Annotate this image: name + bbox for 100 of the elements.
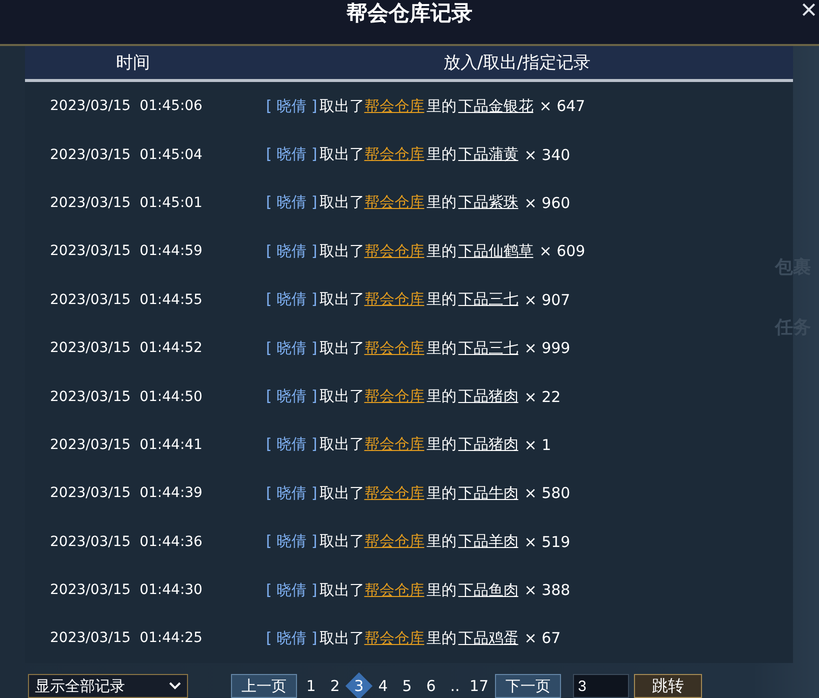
item-link[interactable]: 下品牛肉 (458, 484, 518, 503)
chevron-down-icon (169, 682, 181, 690)
item-link[interactable]: 下品猪肉 (458, 387, 518, 406)
connector-text: 里的 (426, 145, 456, 164)
warehouse-link[interactable]: 帮会仓库 (364, 242, 424, 261)
time-cell-text: 2023/03/15 01:45:01 (49, 194, 204, 211)
warehouse-link[interactable]: 帮会仓库 (364, 387, 424, 406)
item-link[interactable]: 下品蒲黄 (458, 145, 518, 164)
prev-page-button[interactable]: 上一页 (231, 674, 297, 698)
player-link[interactable]: [ 晓倩 ] (266, 290, 318, 310)
player-link[interactable]: [ 晓倩 ] (266, 242, 318, 261)
item-count: × 67 (524, 629, 561, 648)
time-cell-text: 2023/03/15 01:44:52 (49, 340, 204, 356)
warehouse-link[interactable]: 帮会仓库 (364, 290, 424, 310)
action-text: 取出了 (319, 532, 364, 552)
warehouse-link[interactable]: 帮会仓库 (364, 532, 424, 552)
column-header: 时间 (115, 52, 151, 74)
item-count: × 1 (524, 436, 552, 454)
connector-text: 里的 (426, 628, 456, 648)
action-text: 取出了 (319, 96, 364, 116)
item-count: × 580 (524, 484, 570, 502)
connector-text: 里的 (426, 338, 456, 358)
time-cell-text: 2023/03/15 01:45:06 (49, 98, 204, 114)
page-number[interactable]: 6 (419, 674, 443, 698)
player-link[interactable]: [ 晓倩 ] (266, 580, 318, 600)
item-link[interactable]: 下品猪肉 (458, 435, 518, 454)
page-number[interactable]: .. (443, 674, 467, 698)
action-text: 取出了 (319, 145, 364, 164)
item-count: × 999 (524, 339, 570, 358)
action-text: 取出了 (319, 290, 364, 310)
player-link[interactable]: [ 晓倩 ] (266, 628, 318, 648)
warehouse-link[interactable]: 帮会仓库 (364, 580, 424, 600)
item-count: × 609 (539, 242, 586, 260)
page-input[interactable]: 3 (573, 674, 629, 698)
action-text: 取出了 (319, 338, 364, 358)
connector-text: 里的 (426, 96, 456, 116)
page-number[interactable]: 17 (467, 674, 491, 698)
warehouse-link[interactable]: 帮会仓库 (364, 338, 424, 358)
item-link[interactable]: 下品三七 (458, 338, 518, 358)
action-text: 取出了 (319, 435, 364, 454)
connector-text: 里的 (426, 532, 456, 552)
time-cell-text: 2023/03/15 01:44:55 (49, 292, 204, 308)
warehouse-link[interactable]: 帮会仓库 (364, 193, 424, 212)
item-count: × 22 (524, 388, 561, 406)
page-number[interactable]: 1 (299, 674, 323, 698)
time-cell-text: 2023/03/15 01:45:04 (49, 146, 204, 163)
action-text: 取出了 (319, 484, 364, 503)
item-count: × 960 (524, 194, 570, 212)
player-link[interactable]: [ 晓倩 ] (266, 435, 318, 454)
warehouse-link[interactable]: 帮会仓库 (364, 145, 424, 164)
item-count: × 388 (524, 581, 570, 600)
item-link[interactable]: 下品紫珠 (458, 193, 518, 212)
action-text: 取出了 (319, 387, 364, 406)
warehouse-link[interactable]: 帮会仓库 (364, 435, 424, 454)
window-title: 帮会仓库记录 (346, 1, 472, 25)
time-cell-text: 2023/03/15 01:44:41 (49, 436, 204, 453)
connector-text: 里的 (426, 387, 456, 406)
connector-text: 里的 (426, 290, 456, 310)
page-number[interactable]: 5 (395, 674, 419, 698)
item-count: × 519 (524, 532, 570, 551)
jump-button[interactable]: 跳转 (634, 674, 702, 698)
time-cell-text: 2023/03/15 01:44:25 (49, 630, 204, 646)
next-page-button[interactable]: 下一页 (495, 674, 561, 698)
item-link[interactable]: 下品仙鹤草 (458, 242, 534, 261)
page-number[interactable]: 4 (371, 674, 395, 698)
time-cell-text: 2023/03/15 01:44:36 (49, 534, 204, 550)
player-link[interactable]: [ 晓倩 ] (266, 338, 318, 358)
item-link[interactable]: 下品金银花 (458, 96, 534, 116)
player-link[interactable]: [ 晓倩 ] (266, 96, 318, 116)
warehouse-link[interactable]: 帮会仓库 (364, 96, 424, 116)
item-link[interactable]: 下品羊肉 (458, 532, 518, 552)
item-link[interactable]: 下品三七 (458, 290, 518, 310)
item-count: × 907 (524, 290, 570, 309)
action-text: 取出了 (319, 193, 364, 212)
item-link[interactable]: 下品鱼肉 (458, 580, 518, 600)
warehouse-link[interactable]: 帮会仓库 (364, 484, 424, 503)
item-link[interactable]: 下品鸡蛋 (458, 628, 518, 648)
close-button[interactable]: × (798, 0, 819, 24)
player-link[interactable]: [ 晓倩 ] (266, 532, 318, 552)
page-number[interactable]: 2 (323, 674, 347, 698)
player-link[interactable]: [ 晓倩 ] (266, 193, 318, 212)
time-cell-text: 2023/03/15 01:44:30 (49, 582, 204, 598)
time-cell-text: 2023/03/15 01:44:39 (49, 485, 204, 502)
column-header: 放入/取出/指定记录 (442, 52, 592, 74)
action-text: 取出了 (319, 580, 364, 600)
warehouse-link[interactable]: 帮会仓库 (364, 628, 424, 648)
time-cell-text: 2023/03/15 01:44:59 (49, 243, 204, 260)
connector-text: 里的 (426, 242, 456, 261)
item-count: × 340 (524, 146, 570, 164)
item-count: × 647 (539, 97, 586, 116)
page-number[interactable]: 3 (345, 672, 373, 698)
connector-text: 里的 (426, 193, 456, 212)
action-text: 取出了 (319, 628, 364, 648)
connector-text: 里的 (426, 484, 456, 503)
player-link[interactable]: [ 晓倩 ] (266, 145, 318, 164)
player-link[interactable]: [ 晓倩 ] (266, 387, 318, 406)
player-link[interactable]: [ 晓倩 ] (266, 484, 318, 503)
action-text: 取出了 (319, 242, 364, 261)
filter-dropdown[interactable]: 显示全部记录 (28, 674, 188, 698)
time-cell-text: 2023/03/15 01:44:50 (49, 388, 204, 405)
